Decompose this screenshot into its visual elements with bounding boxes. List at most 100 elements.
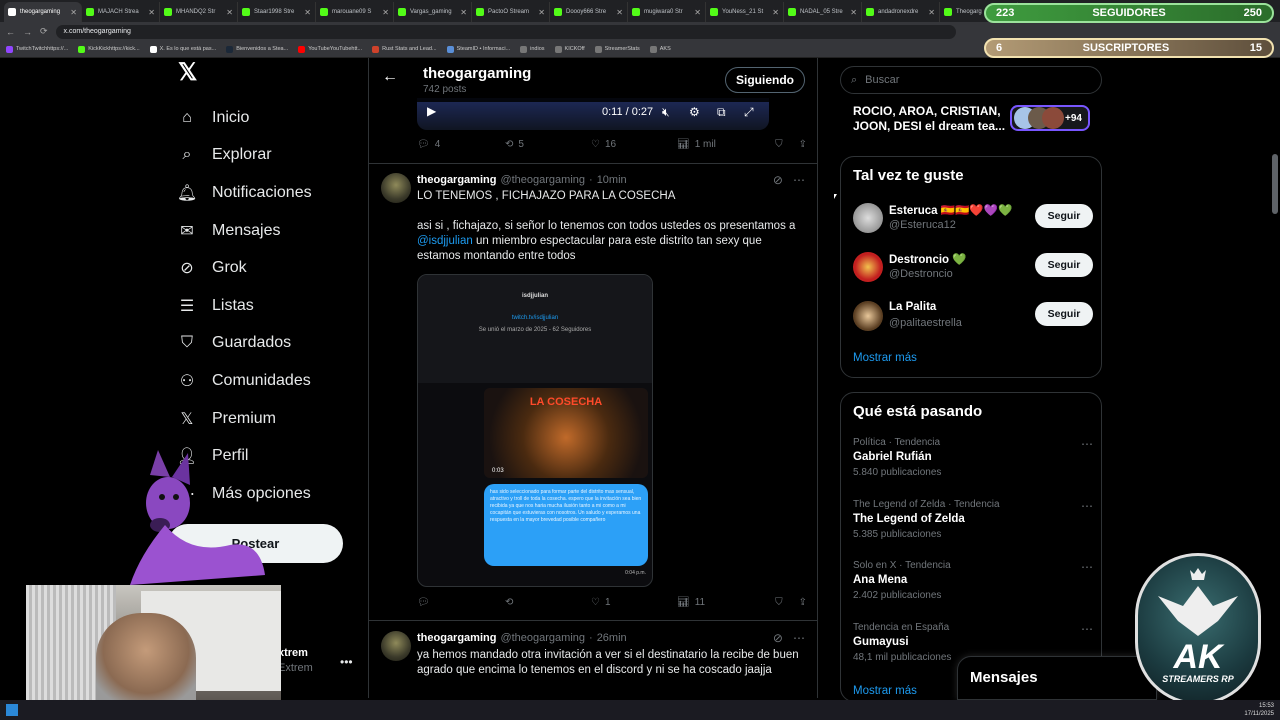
- more-icon[interactable]: ⋯: [1081, 437, 1093, 451]
- like-button[interactable]: ♡ 16: [591, 139, 677, 150]
- repost-button[interactable]: ⟲ 5: [505, 139, 591, 150]
- reload-icon[interactable]: ⟳: [40, 26, 48, 37]
- like-button[interactable]: ♡ 1: [591, 597, 677, 608]
- bookmark[interactable]: KICKOff: [554, 45, 585, 53]
- bookmark-icon[interactable]: ⛉: [775, 597, 783, 608]
- views-button[interactable]: 📊︎ 11: [677, 597, 769, 608]
- bookmark[interactable]: TwitchTwitchhttps://...: [6, 45, 68, 53]
- trend-item[interactable]: Solo en X · Tendencia Ana Mena 2.402 pub…: [853, 560, 1093, 601]
- close-tab-icon[interactable]: ✕: [538, 8, 545, 17]
- nav-item-grok[interactable]: ⊘ Grok: [170, 249, 360, 287]
- bookmark[interactable]: SteamID • Informaci...: [446, 45, 510, 53]
- windows-start-icon[interactable]: [6, 704, 18, 716]
- browser-tab[interactable]: Staar1998 Stre ✕: [238, 2, 316, 22]
- close-tab-icon[interactable]: ✕: [148, 8, 155, 17]
- close-tab-icon[interactable]: ✕: [382, 8, 389, 17]
- play-icon[interactable]: ▶: [427, 104, 436, 118]
- browser-tab[interactable]: marouane09 S ✕: [316, 2, 394, 22]
- close-tab-icon[interactable]: ✕: [694, 8, 701, 17]
- trend-item[interactable]: Política · Tendencia Gabriel Rufián 5.84…: [853, 437, 1093, 478]
- suggested-user[interactable]: Destroncio 💚 @Destroncio Seguir: [853, 250, 1093, 286]
- show-more-link[interactable]: Mostrar más: [853, 352, 917, 364]
- reply-button[interactable]: 💬︎: [417, 597, 505, 608]
- url-input[interactable]: x.com/theogargaming: [55, 24, 956, 39]
- bookmark[interactable]: YouTubeYouTubehtt...: [298, 45, 362, 53]
- nav-item-guardados[interactable]: ⛉ Guardados: [170, 325, 360, 363]
- account-more-icon[interactable]: •••: [340, 655, 353, 669]
- fullscreen-icon[interactable]: ⤢: [744, 105, 754, 120]
- follow-button[interactable]: Seguir: [1035, 204, 1093, 228]
- video-player[interactable]: ▶ 0:11 / 0:27 🔇︎ ⚙ ⧉ ⤢: [417, 98, 769, 130]
- browser-tab[interactable]: mugiwara0 Str ✕: [628, 2, 706, 22]
- back-arrow-icon[interactable]: ←: [382, 68, 398, 86]
- share-icon[interactable]: ⇪: [799, 597, 807, 608]
- bookmark[interactable]: X. Es lo que está pas...: [149, 45, 216, 53]
- more-icon[interactable]: ⋯: [1081, 499, 1093, 513]
- nav-item-notificaciones[interactable]: 🔔︎ Notificaciones: [170, 174, 360, 212]
- tweet-image[interactable]: isdjjulian twitch.tv/isdjjulian Se unió …: [417, 274, 653, 587]
- nav-item-comunidades[interactable]: ⚇ Comunidades: [170, 362, 360, 400]
- nav-item-explorar[interactable]: ⌕ Explorar: [170, 137, 360, 175]
- close-tab-icon[interactable]: ✕: [70, 8, 77, 17]
- suggested-user[interactable]: Esteruca 🇪🇸🇪🇸❤️💜💚 @Esteruca12 Seguir: [853, 201, 1093, 237]
- scrollbar-thumb[interactable]: [1272, 154, 1278, 214]
- messages-drawer[interactable]: Mensajes: [957, 656, 1157, 700]
- follow-button[interactable]: Seguir: [1035, 302, 1093, 326]
- nav-item-inicio[interactable]: ⌂ Inicio: [170, 99, 360, 137]
- browser-tab[interactable]: andadronexdre ✕: [862, 2, 940, 22]
- share-icon[interactable]: ⇪: [799, 139, 807, 150]
- back-arrow-icon[interactable]: ←: [6, 27, 15, 37]
- bookmark[interactable]: Bienvenidos a Stea...: [226, 45, 288, 53]
- page-scrollbar[interactable]: [1272, 62, 1278, 702]
- avatar[interactable]: [381, 631, 411, 661]
- bookmark[interactable]: KickKickhttps://kick...: [78, 45, 140, 53]
- bookmark[interactable]: StreamerStats: [594, 45, 640, 53]
- avatar[interactable]: [381, 173, 411, 203]
- browser-tab[interactable]: MHANDQ2 Str ✕: [160, 2, 238, 22]
- bookmark[interactable]: AKS: [649, 45, 671, 53]
- more-icon[interactable]: ⋯: [1081, 622, 1093, 636]
- bookmark[interactable]: Rust Stats and Lead...: [372, 45, 437, 53]
- mute-icon[interactable]: 🔇︎: [662, 105, 670, 120]
- close-tab-icon[interactable]: ✕: [304, 8, 311, 17]
- reply-button[interactable]: 💬︎ 4: [417, 139, 505, 150]
- close-tab-icon[interactable]: ✕: [928, 8, 935, 17]
- grok-icon[interactable]: ⊘: [773, 173, 783, 187]
- following-button[interactable]: Siguiendo: [725, 67, 805, 93]
- browser-tab[interactable]: theogargaming ✕: [4, 2, 82, 22]
- close-tab-icon[interactable]: ✕: [616, 8, 623, 17]
- x-logo-icon[interactable]: 𝕏: [178, 61, 200, 85]
- bookmark[interactable]: indios: [520, 45, 545, 53]
- more-icon[interactable]: ⋯: [793, 631, 805, 645]
- suggested-user[interactable]: La Palita @palitaestrella Seguir: [853, 299, 1093, 335]
- browser-tab[interactable]: Doooy666 Stre ✕: [550, 2, 628, 22]
- bookmark-icon[interactable]: ⛉: [775, 139, 783, 150]
- views-button[interactable]: 📊︎ 1 mil: [677, 139, 769, 150]
- mention-link[interactable]: @isdjjulian: [417, 235, 473, 247]
- browser-tab[interactable]: MAJACH Strea ✕: [82, 2, 160, 22]
- account-switcher[interactable]: xtrem Extrem: [278, 647, 313, 674]
- close-tab-icon[interactable]: ✕: [460, 8, 467, 17]
- show-more-link[interactable]: Mostrar más: [853, 685, 917, 697]
- pip-icon[interactable]: ⧉: [717, 105, 726, 120]
- browser-tab[interactable]: Vargas_gaming ✕: [394, 2, 472, 22]
- trend-item[interactable]: The Legend of Zelda · Tendencia The Lege…: [853, 499, 1093, 540]
- close-tab-icon[interactable]: ✕: [226, 8, 233, 17]
- follow-button[interactable]: Seguir: [1035, 253, 1093, 277]
- more-icon[interactable]: ⋯: [793, 173, 805, 187]
- close-tab-icon[interactable]: ✕: [850, 8, 857, 17]
- community-card[interactable]: ROCIO, AROA, CRISTIAN, JOON, DESI el dre…: [840, 98, 1102, 138]
- grok-icon[interactable]: ⊘: [773, 631, 783, 645]
- more-icon[interactable]: ⋯: [1081, 560, 1093, 574]
- repost-button[interactable]: ⟲: [505, 597, 591, 608]
- forward-arrow-icon[interactable]: →: [23, 27, 32, 37]
- browser-tab[interactable]: NADAL_05 Stre ✕: [784, 2, 862, 22]
- nav-item-premium[interactable]: 𝕏 Premium: [170, 400, 360, 438]
- browser-tab[interactable]: PactoO Stream ✕: [472, 2, 550, 22]
- nav-item-listas[interactable]: ☰ Listas: [170, 287, 360, 325]
- nav-item-mensajes[interactable]: ✉ Mensajes: [170, 212, 360, 250]
- settings-icon[interactable]: ⚙: [689, 105, 700, 119]
- close-tab-icon[interactable]: ✕: [772, 8, 779, 17]
- browser-tab[interactable]: YouNess_21 St ✕: [706, 2, 784, 22]
- search-input[interactable]: ⌕ Buscar: [840, 66, 1102, 94]
